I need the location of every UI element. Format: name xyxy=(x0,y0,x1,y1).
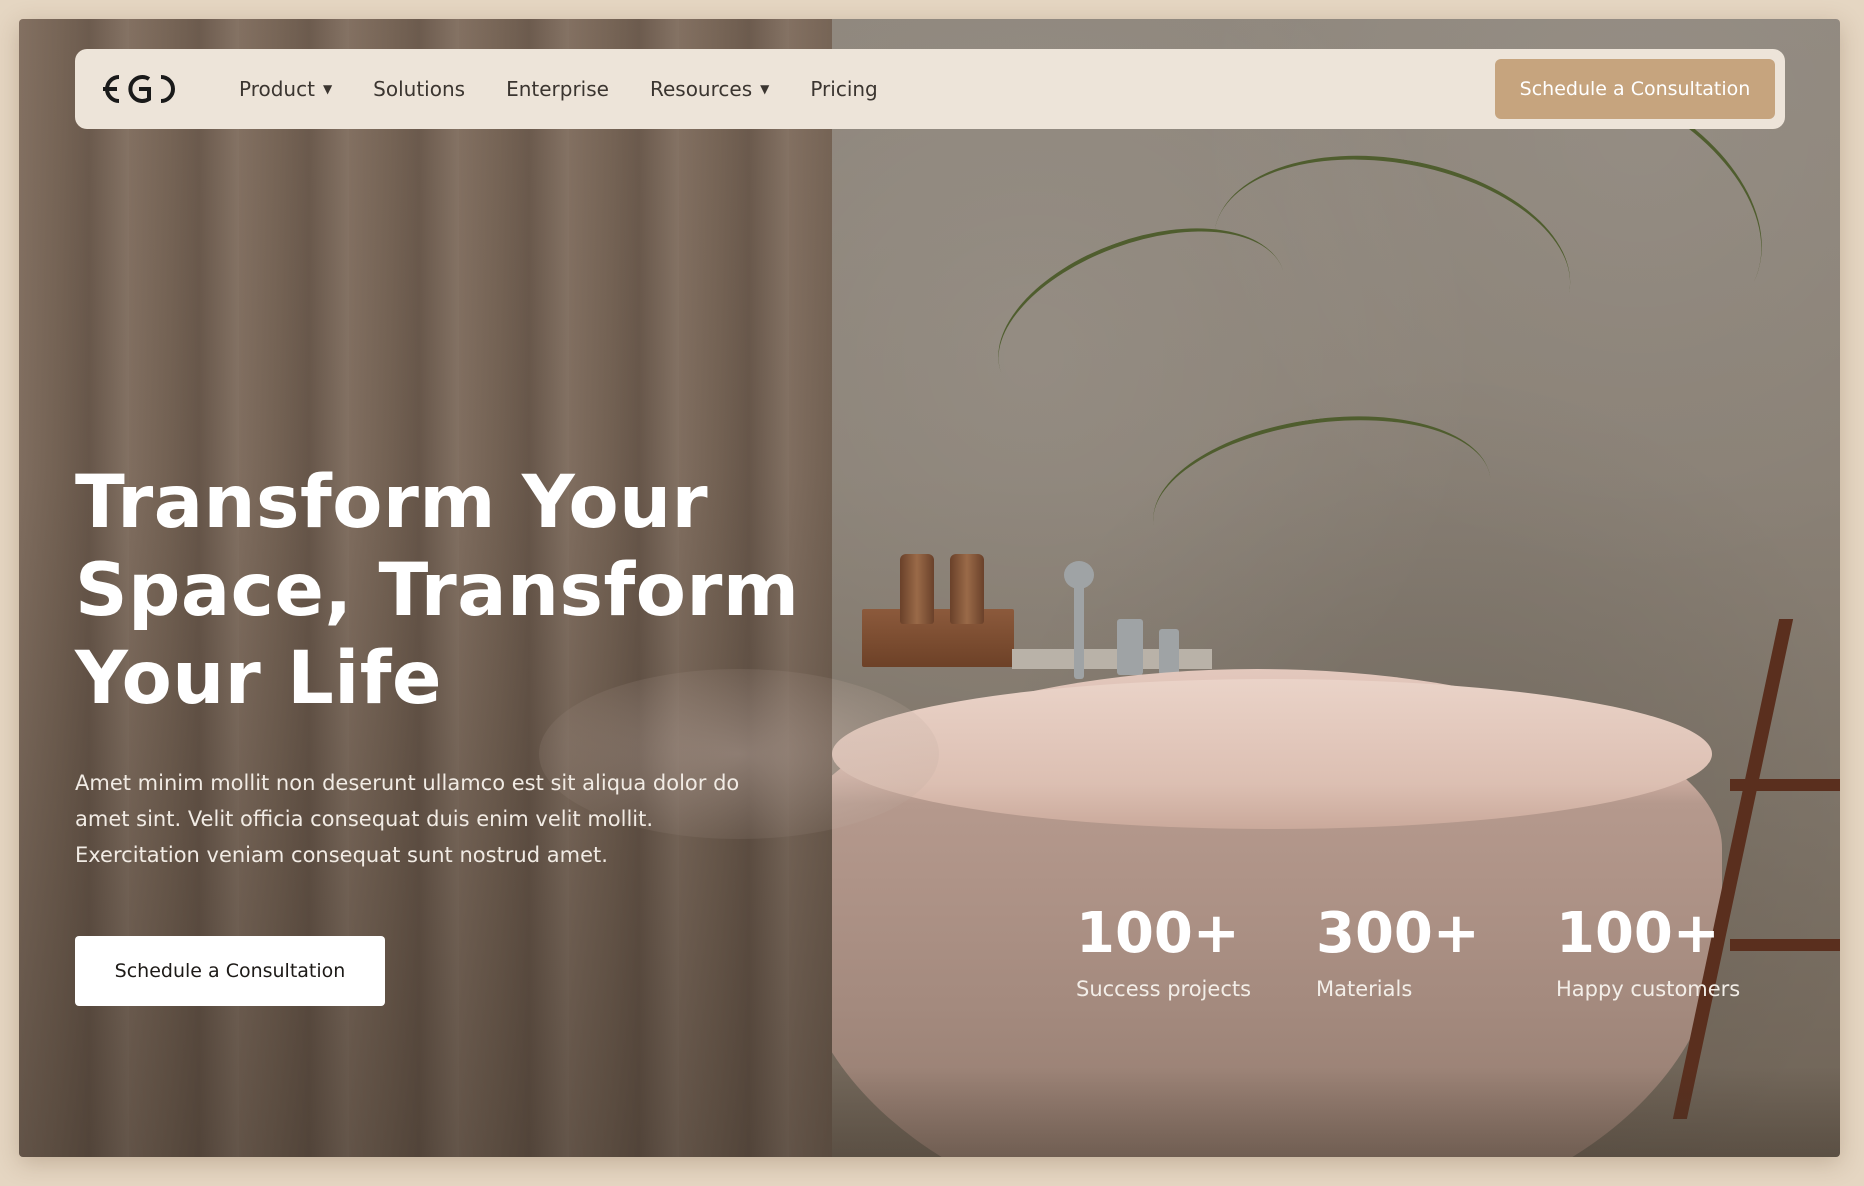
ladder-rung xyxy=(1730,779,1840,791)
brand-logo-icon xyxy=(103,75,175,103)
stat-label: Success projects xyxy=(1076,977,1252,1001)
nav-resources[interactable]: Resources ▼ xyxy=(650,77,769,101)
hero-title: Transform Your Space, Transform Your Lif… xyxy=(75,459,815,723)
stat-label: Materials xyxy=(1316,977,1413,1001)
soap-bottle xyxy=(900,554,934,624)
faucet xyxy=(1074,579,1084,679)
nav-product[interactable]: Product ▼ xyxy=(239,77,332,101)
nav-links: Product ▼ Solutions Enterprise Resources… xyxy=(239,77,919,101)
stats-row: 100+ Success projects 300+ Materials 100… xyxy=(1076,899,1756,1001)
hero-subtitle-line: Amet minim mollit non deserunt ullamco e… xyxy=(75,771,740,795)
hero-subtitle-line: amet sint. Velit officia consequat duis … xyxy=(75,807,654,831)
stat-happy-customers: 100+ Happy customers xyxy=(1556,899,1756,1001)
stat-value: 100+ xyxy=(1556,901,1720,966)
chevron-down-icon: ▼ xyxy=(760,82,770,96)
hero-frame: Product ▼ Solutions Enterprise Resources… xyxy=(19,19,1840,1157)
nav-pricing[interactable]: Pricing xyxy=(810,77,877,101)
stat-success-projects: 100+ Success projects xyxy=(1076,899,1316,1001)
nav-item-label: Product xyxy=(239,77,315,101)
stat-materials: 300+ Materials xyxy=(1316,899,1556,1001)
hero-subtitle: Amet minim mollit non deserunt ullamco e… xyxy=(75,765,765,873)
nav-solutions[interactable]: Solutions xyxy=(373,77,465,101)
hero-schedule-consultation-button[interactable]: Schedule a Consultation xyxy=(75,936,385,1006)
hero-title-line: Your Life xyxy=(75,636,443,721)
hero-title-line: Transform Your xyxy=(75,460,709,545)
floor-shadow xyxy=(832,1067,1840,1157)
bath-shelf xyxy=(1012,649,1212,669)
faucet xyxy=(1159,629,1179,675)
chevron-down-icon: ▼ xyxy=(322,82,333,96)
soap-bottle xyxy=(950,554,984,624)
nav-item-label: Enterprise xyxy=(506,77,609,101)
hero-title-line: Space, Transform xyxy=(75,548,800,633)
hero-subtitle-line: Exercitation veniam consequat sunt nostr… xyxy=(75,843,608,867)
stat-value: 300+ xyxy=(1316,901,1480,966)
brand-logo[interactable] xyxy=(99,69,187,109)
nav-enterprise[interactable]: Enterprise xyxy=(506,77,609,101)
nav-item-label: Solutions xyxy=(373,77,466,101)
faucet xyxy=(1117,619,1143,675)
top-navbar: Product ▼ Solutions Enterprise Resources… xyxy=(75,49,1785,129)
stat-label: Happy customers xyxy=(1556,977,1741,1001)
nav-schedule-consultation-button[interactable]: Schedule a Consultation xyxy=(1495,59,1775,119)
wooden-tray xyxy=(862,609,1014,667)
nav-item-label: Resources xyxy=(649,77,753,101)
nav-item-label: Pricing xyxy=(810,77,878,101)
bathtub-rim xyxy=(832,679,1712,829)
stat-value: 100+ xyxy=(1076,901,1240,966)
